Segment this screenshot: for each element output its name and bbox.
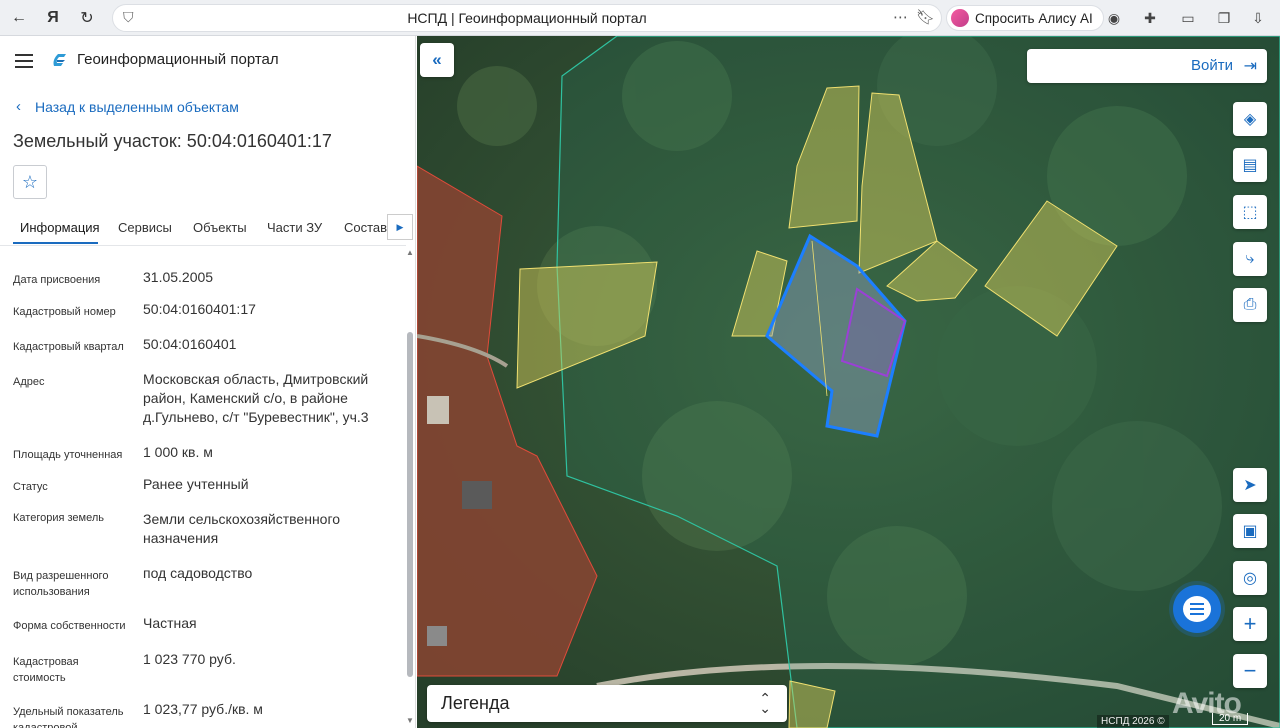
zoom-in-button[interactable]: + xyxy=(1233,607,1267,641)
collections-icon[interactable]: ❐ xyxy=(1214,8,1234,28)
field-label: Статус xyxy=(13,481,48,493)
menu-icon[interactable] xyxy=(15,54,33,72)
field-value: 1 000 кв. м xyxy=(143,444,213,460)
address-bar[interactable]: ⛉ НСПД | Геоинформационный портал ⋯ 🔖︎ xyxy=(112,4,942,32)
tab-information[interactable]: Информация xyxy=(20,220,100,235)
minimap-button[interactable]: ▣ xyxy=(1233,514,1267,548)
field-label: Кадастровая стоимость xyxy=(13,656,79,684)
layers-button[interactable]: ◈ xyxy=(1233,102,1267,136)
ruler-icon: ▤ xyxy=(1242,157,1258,174)
field-label: Кадастровый номер xyxy=(13,306,116,318)
field-value: 1 023 770 руб. xyxy=(143,651,236,667)
map-copyright: НСПД 2026 © xyxy=(1097,715,1169,728)
field-label: Кадастровый квартал xyxy=(13,341,124,353)
tab-composition[interactable]: Состав xyxy=(344,220,387,235)
tab-parts[interactable]: Части ЗУ xyxy=(267,220,322,235)
geolocation-icon: ◎ xyxy=(1243,570,1257,587)
tab-objects[interactable]: Объекты xyxy=(193,220,247,235)
star-icon: ☆ xyxy=(21,171,39,192)
back-arrow-icon[interactable]: ← xyxy=(4,3,34,33)
field-value: 1 023,77 руб./кв. м xyxy=(143,701,263,717)
chat-button[interactable] xyxy=(1173,585,1221,633)
scrollbar-thumb[interactable] xyxy=(407,332,413,677)
print-icon: ⎙ xyxy=(1243,296,1257,313)
login-label: Войти xyxy=(1191,57,1233,74)
chevron-left-icon: ‹ xyxy=(16,98,21,115)
browser-toolbar: ← Я ↻ ⛉ НСПД | Геоинформационный портал … xyxy=(0,0,1280,36)
map-canvas[interactable] xyxy=(417,36,1280,728)
scroll-down-icon[interactable]: ▼ xyxy=(406,716,414,725)
field-value: под садоводство xyxy=(143,565,253,581)
legend-dropdown[interactable]: Легенда ⌃ ⌄ xyxy=(427,685,787,722)
select-area-icon: ⬚ xyxy=(1242,204,1258,221)
field-value: Земли сельскохозяйственного назначения xyxy=(143,511,341,546)
portal-title: Геоинформационный портал xyxy=(77,51,279,68)
active-tab-indicator xyxy=(13,242,98,244)
map-view[interactable]: « Войти ⇥ ◈ ▤ ⬚ ⤷ ⎙ ➤ ▣ ◎ + − Легенда ⌃ ⌄… xyxy=(417,36,1280,728)
geolocation-button[interactable]: ◎ xyxy=(1233,561,1267,595)
alisa-icon xyxy=(951,9,969,27)
chevron-updown-icon: ⌃ ⌄ xyxy=(759,690,771,716)
bookmark-icon[interactable]: 🔖︎ xyxy=(916,8,935,26)
field-label: Вид разрешенного использования xyxy=(13,570,109,598)
navigation-arrow-icon: ➤ xyxy=(1243,477,1257,494)
more-icon[interactable]: ⋯ xyxy=(893,8,908,26)
page-title: НСПД | Геоинформационный портал xyxy=(407,10,647,26)
legend-label: Легенда xyxy=(441,693,510,713)
map-scale: 20 m xyxy=(1212,713,1249,725)
scrollbar[interactable]: ▲ ▼ xyxy=(406,246,414,728)
minimap-icon: ▣ xyxy=(1242,523,1258,540)
minus-icon: − xyxy=(1243,658,1257,683)
back-label: Назад к выделенным объектам xyxy=(35,98,239,115)
parcel-title: Земельный участок: 50:04:0160401:17 xyxy=(13,131,332,151)
field-value: Ранее учтенный xyxy=(143,476,249,492)
collapse-panel-button[interactable]: « xyxy=(420,43,454,77)
info-tabs: Информация Сервисы Объекты Части ЗУ Сост… xyxy=(0,212,416,244)
measure-button[interactable]: ▤ xyxy=(1233,148,1267,182)
reload-icon[interactable]: ↻ xyxy=(72,3,102,33)
field-label: Удельный показатель кадастровой xyxy=(13,706,124,728)
scroll-up-icon[interactable]: ▲ xyxy=(406,248,414,257)
share-button[interactable]: ⤷ xyxy=(1233,242,1267,276)
field-value: 31.05.2005 xyxy=(143,269,214,285)
select-area-button[interactable]: ⬚ xyxy=(1233,195,1267,229)
caret-right-icon: ▶ xyxy=(396,221,404,232)
downloads-icon[interactable]: ⇩ xyxy=(1248,8,1268,28)
chat-icon xyxy=(1183,596,1211,622)
sign-in-icon: ⇥ xyxy=(1243,58,1257,75)
tabs-scroll-right-button[interactable]: ▶ xyxy=(387,214,413,240)
field-value: Московская область, Дмитровский район, К… xyxy=(143,371,369,425)
plus-icon: + xyxy=(1243,611,1257,636)
print-button[interactable]: ⎙ xyxy=(1233,288,1267,322)
zoom-out-button[interactable]: − xyxy=(1233,654,1267,688)
layers-icon: ◈ xyxy=(1243,111,1257,128)
field-label: Форма собственности xyxy=(13,620,126,632)
field-value: 50:04:0160401:17 xyxy=(143,301,256,317)
locate-button[interactable]: ➤ xyxy=(1233,468,1267,502)
share-icon: ⤷ xyxy=(1245,250,1255,267)
back-to-selection-link[interactable]: ‹ Назад к выделенным объектам xyxy=(16,98,239,115)
tab-services[interactable]: Сервисы xyxy=(118,220,172,235)
field-value: Частная xyxy=(143,615,197,631)
field-label: Дата присвоения xyxy=(13,274,101,286)
extensions-icon[interactable]: ✚ xyxy=(1140,8,1160,28)
field-label: Площадь уточненная xyxy=(13,449,123,461)
field-value: 50:04:0160401 xyxy=(143,336,237,352)
ask-alisa-label: Спросить Алису AI xyxy=(975,10,1093,26)
field-label: Категория земель xyxy=(13,512,104,524)
info-list: Дата присвоения 31.05.2005 Кадастровый н… xyxy=(0,246,406,728)
object-info-panel: Геоинформационный портал ‹ Назад к выдел… xyxy=(0,36,416,728)
yandex-icon[interactable]: Я xyxy=(38,3,68,33)
login-button[interactable]: Войти ⇥ xyxy=(1027,49,1267,83)
avatar-icon[interactable]: ◉ xyxy=(1104,8,1124,28)
field-label: Адрес xyxy=(13,376,45,388)
ask-alisa-button[interactable]: Спросить Алису AI xyxy=(946,5,1104,31)
portal-logo-icon xyxy=(53,54,66,66)
favorite-button[interactable]: ☆ xyxy=(13,165,47,199)
battery-icon: ▭ xyxy=(1181,9,1195,26)
double-chevron-left-icon: « xyxy=(432,50,442,69)
